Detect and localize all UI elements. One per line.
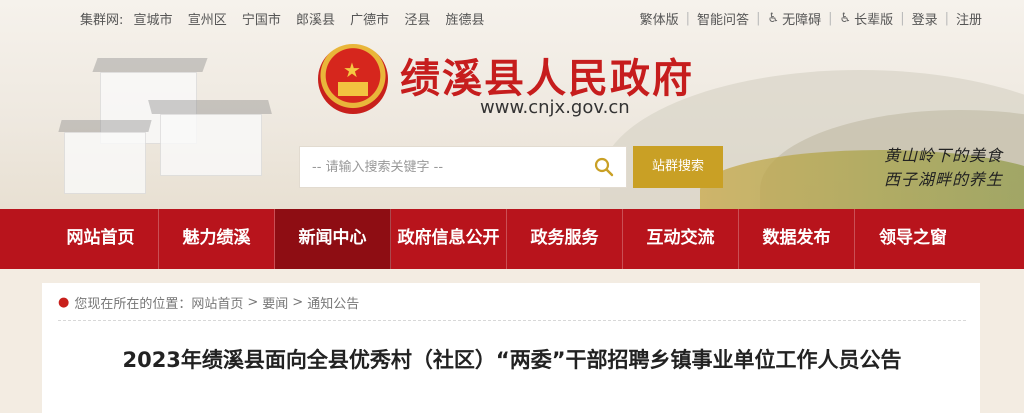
elder-mode-link[interactable]: 长辈版 — [854, 9, 893, 28]
location-pin-icon: ● — [58, 295, 70, 310]
breadcrumb-news[interactable]: 要闻 — [262, 293, 288, 312]
cluster-label: 集群网: — [80, 13, 124, 28]
banner-roof — [148, 100, 272, 114]
cluster-link-guangde[interactable]: 广德市 — [350, 13, 389, 28]
slogan-line-1: 黄山岭下的美食 — [884, 146, 1004, 165]
accessibility-icon: ♿ — [767, 11, 780, 26]
breadcrumb-notices[interactable]: 通知公告 — [307, 293, 359, 312]
nav-item-interaction[interactable]: 互动交流 — [623, 209, 739, 269]
cluster-link-jingde[interactable]: 旌德县 — [445, 13, 484, 28]
cluster-link-xuanzhou[interactable]: 宣州区 — [188, 13, 227, 28]
site-title[interactable]: 绩溪县人民政府 — [400, 46, 694, 104]
cluster-link-ningguo[interactable]: 宁国市 — [242, 13, 281, 28]
breadcrumb-home[interactable]: 网站首页 — [191, 293, 243, 312]
national-emblem: ★ — [318, 44, 388, 114]
elder-icon: ♿ — [839, 11, 852, 26]
slogan: 黄山岭下的美食 西子湖畔的养生 — [884, 144, 1003, 192]
breadcrumb-separator: > — [292, 295, 304, 310]
nav-item-gov-services[interactable]: 政务服务 — [507, 209, 623, 269]
traditional-chinese-link[interactable]: 繁体版 — [640, 9, 679, 28]
smart-qa-link[interactable]: 智能问答 — [697, 9, 749, 28]
login-link[interactable]: 登录 — [912, 9, 938, 28]
top-bar: 集群网: 宣城市 宣州区 宁国市 郎溪县 广德市 泾县 旌德县 繁体版 | 智能… — [0, 0, 1024, 34]
divider: | — [685, 11, 691, 26]
register-link[interactable]: 注册 — [956, 9, 982, 28]
search-input[interactable] — [300, 147, 572, 187]
divider: | — [756, 11, 761, 26]
article-title: 2023年绩溪县面向全县优秀村（社区）“两委”干部招聘乡镇事业单位工作人员公告 — [122, 348, 902, 372]
divider — [58, 320, 966, 321]
breadcrumb: ● 您现在所在的位置： 网站首页 > 要闻 > 通知公告 — [58, 293, 359, 312]
banner-roof — [58, 120, 152, 132]
nav-item-charm-jixi[interactable]: 魅力绩溪 — [159, 209, 275, 269]
cluster-links: 集群网: 宣城市 宣州区 宁国市 郎溪县 广德市 泾县 旌德县 — [80, 9, 495, 28]
main-nav: 网站首页 魅力绩溪 新闻中心 政府信息公开 政务服务 互动交流 数据发布 领导之… — [0, 209, 1024, 269]
divider: | — [900, 11, 905, 26]
cluster-link-langxi[interactable]: 郎溪县 — [296, 13, 335, 28]
nav-item-home[interactable]: 网站首页 — [43, 209, 159, 269]
cluster-link-jingxian[interactable]: 泾县 — [404, 13, 430, 28]
slogan-line-2: 西子湖畔的养生 — [884, 170, 1004, 189]
banner-wall — [160, 114, 262, 176]
nav-item-news-center[interactable]: 新闻中心 — [275, 209, 391, 269]
divider: | — [828, 11, 833, 26]
search-icon[interactable] — [594, 157, 614, 177]
site-search-button[interactable]: 站群搜索 — [633, 146, 723, 188]
breadcrumb-separator: > — [247, 295, 259, 310]
divider: | — [944, 11, 949, 26]
accessibility-link[interactable]: 无障碍 — [782, 9, 821, 28]
cluster-link-xuancheng[interactable]: 宣城市 — [134, 13, 173, 28]
nav-item-gov-info[interactable]: 政府信息公开 — [391, 209, 507, 269]
search-box — [299, 146, 627, 188]
site-url: www.cnjx.gov.cn — [480, 97, 630, 118]
banner-wall — [64, 132, 146, 194]
nav-item-data-release[interactable]: 数据发布 — [739, 209, 855, 269]
content-panel: ● 您现在所在的位置： 网站首页 > 要闻 > 通知公告 2023年绩溪县面向全… — [42, 283, 980, 413]
nav-item-leaders[interactable]: 领导之窗 — [855, 209, 971, 269]
banner-roof — [92, 58, 208, 72]
breadcrumb-prefix: 您现在所在的位置： — [74, 297, 192, 312]
utility-links: 繁体版 | 智能问答 | ♿ 无障碍 | ♿ 长辈版 | 登录 | 注册 — [640, 9, 982, 28]
